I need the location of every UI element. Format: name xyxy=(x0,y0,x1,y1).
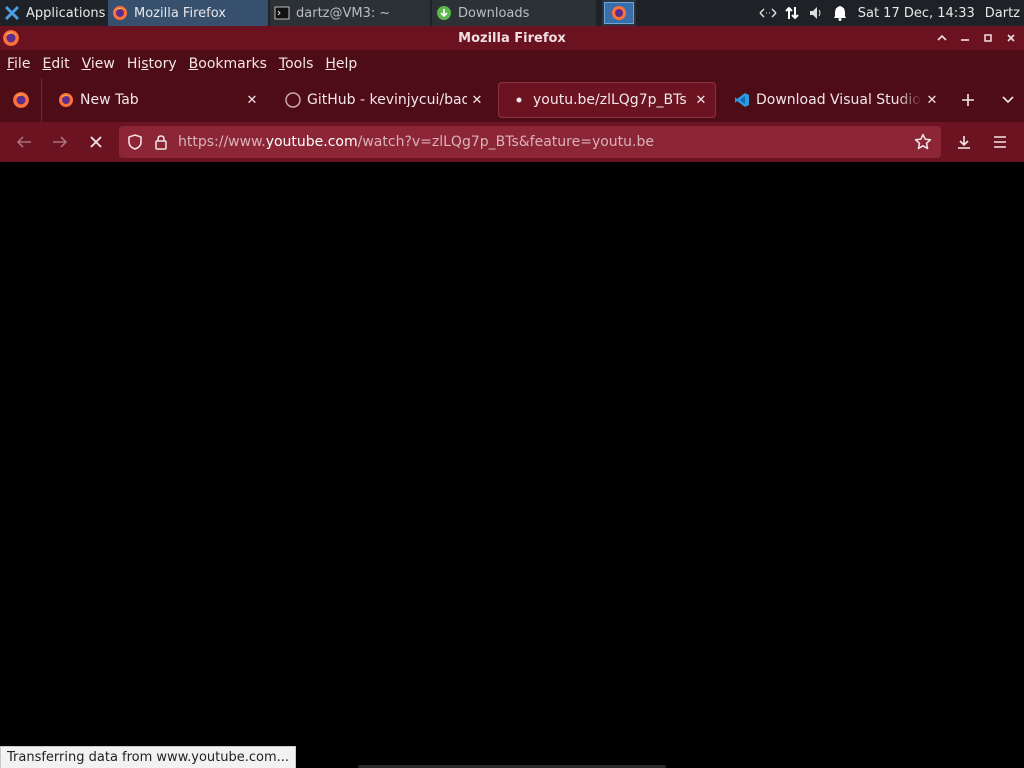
taskbar-firefox[interactable]: Mozilla Firefox xyxy=(108,0,268,26)
page-content[interactable] xyxy=(0,162,1024,768)
tab-new-tab[interactable]: New Tab ✕ xyxy=(46,82,266,118)
firefox-icon xyxy=(112,5,128,21)
vscode-icon xyxy=(734,92,750,108)
tab-close-button[interactable]: ✕ xyxy=(467,90,487,110)
notification-bell-icon[interactable] xyxy=(828,0,852,26)
lock-icon[interactable] xyxy=(148,126,174,158)
plus-icon xyxy=(962,94,974,106)
applications-label: Applications xyxy=(26,5,106,21)
download-arrow-icon xyxy=(958,136,970,149)
taskbar-terminal[interactable]: dartz@VM3: ~ xyxy=(270,0,430,26)
tab-close-button[interactable]: ✕ xyxy=(691,90,711,110)
menu-file[interactable]: File xyxy=(7,56,30,72)
window-titlebar[interactable]: Mozilla Firefox xyxy=(0,26,1024,50)
github-icon xyxy=(285,92,301,108)
menu-edit[interactable]: Edit xyxy=(42,56,69,72)
tab-label: youtu.be/zlLQg7p_BTs xyxy=(533,92,687,108)
top-panel: Applications ≡ Mozilla Firefox dartz@VM3… xyxy=(0,0,1024,26)
taskbar-firefox-label: Mozilla Firefox xyxy=(134,5,226,21)
menu-tools[interactable]: Tools xyxy=(279,56,314,72)
tracking-protection-shield-icon[interactable] xyxy=(122,126,148,158)
url-text[interactable]: https://www.youtube.com/watch?v=zlLQg7p_… xyxy=(178,134,654,150)
tab-github[interactable]: GitHub - kevinjycui/bad-a ✕ xyxy=(273,82,491,118)
applications-menu-button[interactable]: Applications ≡ xyxy=(0,0,108,26)
tab-label: Download Visual Studio C xyxy=(756,92,922,108)
close-icon xyxy=(90,136,102,148)
downloads-button[interactable] xyxy=(946,126,982,158)
menu-help[interactable]: Help xyxy=(325,56,357,72)
bookmark-star-button[interactable] xyxy=(909,126,937,158)
volume-icon[interactable] xyxy=(804,0,828,26)
chevron-down-icon xyxy=(1002,96,1014,104)
chevron-up-icon xyxy=(936,34,947,41)
tab-youtube-active[interactable]: youtu.be/zlLQg7p_BTs ✕ xyxy=(498,82,716,118)
terminal-icon xyxy=(274,5,290,21)
workspace-firefox-button[interactable] xyxy=(602,0,636,26)
tab-close-button[interactable]: ✕ xyxy=(922,90,942,110)
minimize-icon xyxy=(960,39,969,41)
tab-strip: New Tab ✕ GitHub - kevinjycui/bad-a ✕ yo… xyxy=(0,78,1024,122)
window-minimize-button[interactable] xyxy=(953,26,976,50)
menu-history[interactable]: History xyxy=(127,56,177,72)
firefox-icon xyxy=(612,6,626,20)
loading-dot-icon xyxy=(511,92,527,108)
tab-label: New Tab xyxy=(80,92,139,108)
panel-clock[interactable]: Sat 17 Dec, 14:33 xyxy=(852,6,985,21)
firefox-view-button[interactable] xyxy=(0,78,42,122)
forward-button[interactable] xyxy=(42,126,78,158)
firefox-icon xyxy=(12,92,29,108)
star-icon xyxy=(914,133,932,150)
close-icon xyxy=(1006,34,1015,42)
app-menu-button[interactable] xyxy=(982,126,1018,158)
back-button[interactable] xyxy=(6,126,42,158)
menu-bar: File Edit View History Bookmarks Tools H… xyxy=(0,50,1024,78)
menu-bookmarks[interactable]: Bookmarks xyxy=(189,56,267,72)
stop-loading-button[interactable] xyxy=(78,126,114,158)
taskbar-downloads-label: Downloads xyxy=(458,5,530,21)
hamburger-menu-icon xyxy=(994,136,1006,148)
window-title: Mozilla Firefox xyxy=(458,30,566,46)
tab-label: GitHub - kevinjycui/bad-a xyxy=(307,92,467,108)
download-icon xyxy=(436,5,452,21)
network-arrows-icon[interactable] xyxy=(756,0,780,26)
taskbar-downloads[interactable]: Downloads xyxy=(432,0,596,26)
window-close-button[interactable] xyxy=(999,26,1022,50)
tab-close-button[interactable]: ✕ xyxy=(242,90,262,110)
arrow-right-icon xyxy=(53,136,68,148)
list-all-tabs-button[interactable] xyxy=(992,82,1024,118)
taskbar-terminal-label: dartz@VM3: ~ xyxy=(296,5,391,21)
window-shade-button[interactable] xyxy=(930,26,953,50)
network-transfer-icon[interactable] xyxy=(780,0,804,26)
firefox-icon xyxy=(58,92,74,108)
navigation-toolbar: https://www.youtube.com/watch?v=zlLQg7p_… xyxy=(0,122,1024,162)
tab-vscode[interactable]: Download Visual Studio C ✕ xyxy=(722,82,946,118)
maximize-icon xyxy=(983,34,992,42)
arrow-left-icon xyxy=(16,136,31,148)
menu-view[interactable]: View xyxy=(82,56,115,72)
status-panel: Transferring data from www.youtube.com..… xyxy=(0,746,297,768)
url-bar[interactable]: https://www.youtube.com/watch?v=zlLQg7p_… xyxy=(119,126,941,158)
window-maximize-button[interactable] xyxy=(976,26,999,50)
firefox-icon xyxy=(2,29,20,47)
xfce-logo-icon xyxy=(4,5,20,21)
new-tab-button[interactable] xyxy=(952,82,984,118)
panel-user[interactable]: Dartz xyxy=(985,6,1024,21)
